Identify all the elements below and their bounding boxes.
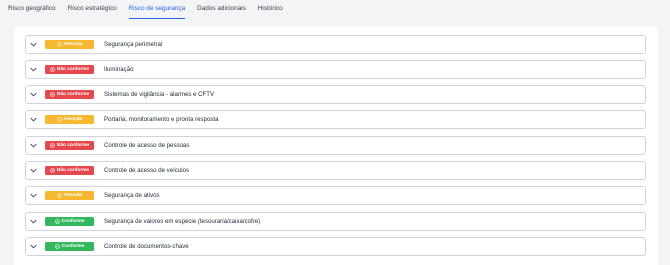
check-icon — [54, 244, 62, 249]
status-badge: Conforme — [45, 242, 94, 251]
tab-bar: Risco geográfico Risco estratégico Risco… — [0, 0, 670, 22]
accordion-panel: Atenção Segurança perimetral Não conforme I… — [14, 26, 658, 265]
status-badge: Não conforme — [45, 166, 94, 175]
status-badge: Não conforme — [45, 65, 94, 74]
error-icon — [50, 92, 57, 97]
status-badge: Não conforme — [45, 141, 94, 150]
accordion-item[interactable]: Atenção Segurança perimetral — [25, 35, 646, 54]
tab-dados-adicionais[interactable]: Dados adicionais — [197, 0, 246, 18]
status-badge-label: Não conforme — [56, 67, 90, 72]
warning-icon — [56, 193, 64, 198]
chevron-down-icon[interactable] — [30, 167, 37, 174]
status-badge-label: Conforme — [61, 244, 85, 249]
accordion-item-label: Segurança perimetral — [104, 41, 163, 48]
accordion-item-label: Iluminação — [104, 66, 134, 73]
accordion-item-label: Sistemas de vigilância - alarmes e CFTV — [104, 91, 215, 98]
chevron-down-icon[interactable] — [30, 66, 37, 73]
chevron-down-icon[interactable] — [30, 91, 37, 98]
chevron-down-icon[interactable] — [30, 116, 37, 123]
error-icon — [50, 67, 57, 72]
chevron-down-icon[interactable] — [30, 218, 37, 225]
error-icon — [50, 143, 57, 148]
tab-risco-de-seguranca[interactable]: Risco de segurança — [128, 0, 186, 19]
warning-icon — [56, 117, 64, 122]
status-badge-label: Conforme — [61, 219, 85, 224]
chevron-down-icon[interactable] — [30, 41, 37, 48]
accordion-item[interactable]: Não conforme Iluminação — [25, 60, 646, 79]
check-icon — [54, 219, 62, 224]
accordion-item[interactable]: Conforme Controle de documentos-chave — [25, 237, 646, 256]
accordion-item-label: Controle de acesso de veículos — [104, 167, 190, 174]
accordion-item-label: Segurança de valores em espécie (tesoura… — [104, 218, 261, 225]
accordion-item-label: Segurança de ativos — [104, 192, 160, 199]
accordion-item-label: Controle de documentos-chave — [104, 243, 189, 250]
warning-icon — [56, 42, 64, 47]
accordion-item-label: Portaria, monitoramento e pronta respost… — [104, 116, 219, 123]
error-icon — [50, 168, 57, 173]
status-badge-label: Não conforme — [56, 143, 90, 148]
status-badge-label: Não conforme — [56, 168, 90, 173]
accordion-item[interactable]: Atenção Portaria, monitoramento e pronta … — [25, 110, 646, 129]
status-badge-label: Não conforme — [56, 92, 90, 97]
tab-risco-geografico[interactable]: Risco geográfico — [8, 0, 56, 18]
tab-risco-estrategico[interactable]: Risco estratégico — [68, 0, 117, 18]
status-badge: Atenção — [45, 115, 94, 124]
status-badge: Não conforme — [45, 90, 94, 99]
status-badge-label: Atenção — [63, 42, 83, 47]
accordion-item[interactable]: Conforme Segurança de valores em espécie … — [25, 212, 646, 231]
status-badge-label: Atenção — [63, 193, 83, 198]
chevron-down-icon[interactable] — [30, 192, 37, 199]
chevron-down-icon[interactable] — [30, 142, 37, 149]
accordion-item[interactable]: Atenção Segurança de ativos — [25, 186, 646, 205]
tab-historico[interactable]: Histórico — [258, 0, 283, 18]
status-badge: Conforme — [45, 217, 94, 226]
accordion-item[interactable]: Não conforme Controle de acesso de veícul… — [25, 161, 646, 180]
status-badge-label: Atenção — [63, 117, 83, 122]
status-badge: Atenção — [45, 191, 94, 200]
chevron-down-icon[interactable] — [30, 243, 37, 250]
accordion-item-label: Controle de acesso de pessoas — [104, 142, 190, 149]
accordion-item[interactable]: Não conforme Controle de acesso de pessoa… — [25, 136, 646, 155]
accordion-item[interactable]: Não conforme Sistemas de vigilância - ala… — [25, 85, 646, 104]
status-badge: Atenção — [45, 40, 94, 49]
